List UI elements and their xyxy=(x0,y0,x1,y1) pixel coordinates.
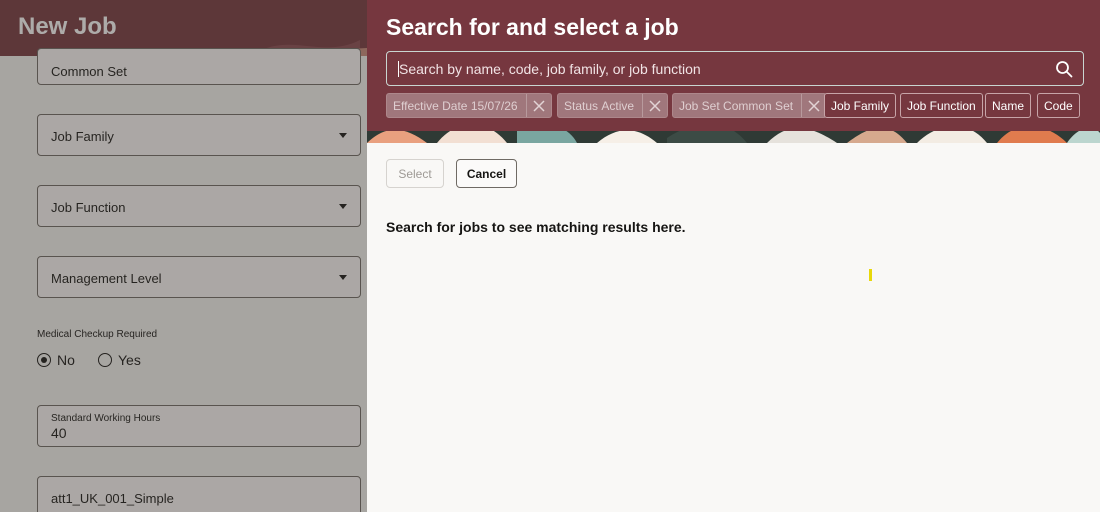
close-icon[interactable] xyxy=(801,94,826,117)
cancel-button[interactable]: Cancel xyxy=(456,159,517,188)
filter-value: Common Set xyxy=(723,98,794,113)
empty-results-message: Search for jobs to see matching results … xyxy=(386,219,686,235)
mouse-cursor xyxy=(869,269,872,281)
drawer-title: Search for and select a job xyxy=(386,14,679,40)
chip-code[interactable]: Code xyxy=(1037,93,1080,118)
chip-name[interactable]: Name xyxy=(985,93,1032,118)
filter-label: Effective Date xyxy=(393,98,468,113)
chip-job-family[interactable]: Job Family xyxy=(824,93,897,118)
filter-value: 15/07/26 xyxy=(470,98,518,113)
filter-chip-job-set[interactable]: Job Set Common Set xyxy=(672,93,828,118)
search-icon[interactable] xyxy=(1055,60,1073,78)
filter-label: Job Set xyxy=(679,98,720,113)
close-icon[interactable] xyxy=(525,94,551,117)
chip-job-function[interactable]: Job Function xyxy=(900,93,983,118)
filter-label: Status xyxy=(564,98,599,113)
select-button[interactable]: Select xyxy=(386,159,444,188)
filter-chip-status[interactable]: Status Active xyxy=(557,93,669,118)
drawer-header: Search for and select a job Effective Da… xyxy=(367,0,1100,143)
close-icon[interactable] xyxy=(642,94,667,117)
text-cursor xyxy=(398,61,399,77)
search-input[interactable] xyxy=(399,60,1039,78)
filter-value: Active xyxy=(601,98,635,113)
filter-chip-effective-date[interactable]: Effective Date 15/07/26 xyxy=(386,93,552,118)
job-search-drawer: Search for and select a job Effective Da… xyxy=(367,0,1100,512)
search-field[interactable] xyxy=(386,51,1084,86)
